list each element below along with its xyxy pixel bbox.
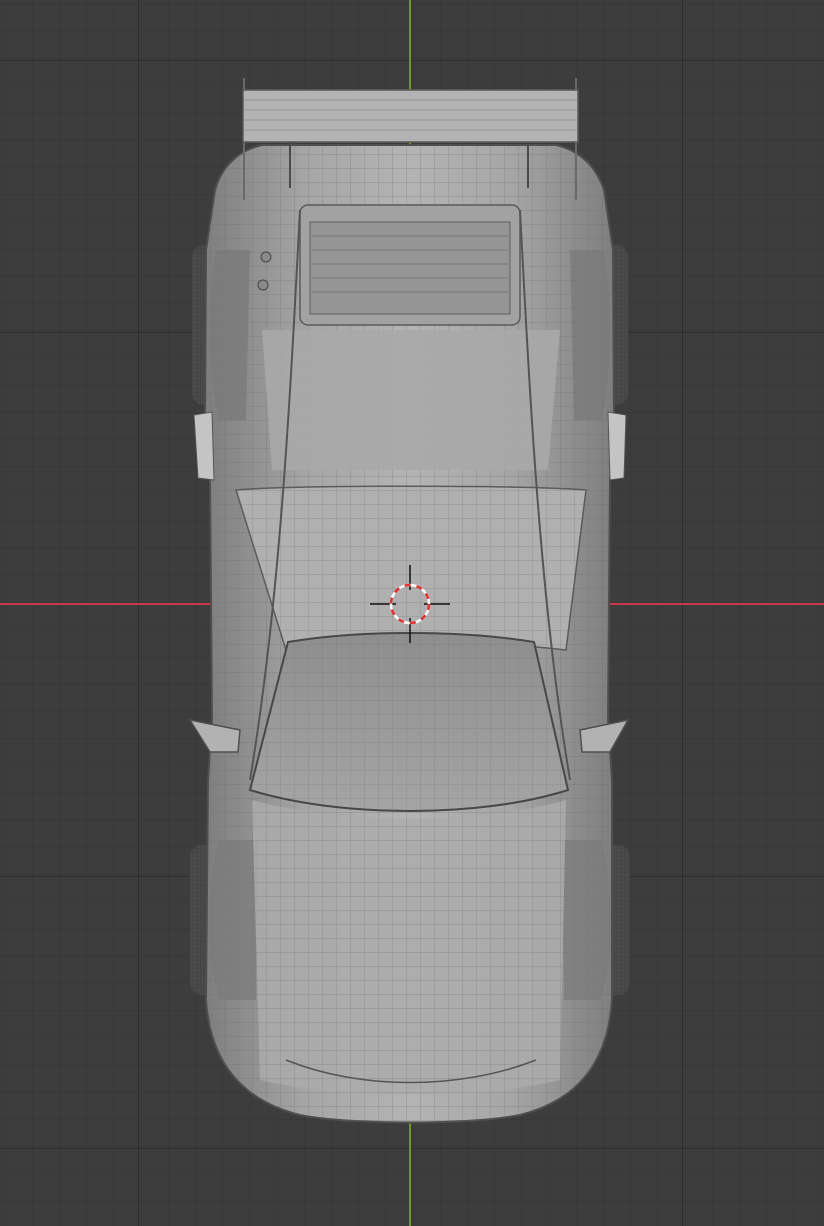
car-model[interactable] <box>188 78 630 1124</box>
left-side-intake <box>193 411 215 481</box>
right-side-intake <box>607 411 627 481</box>
rear-deck <box>262 330 560 470</box>
front-right-fender <box>562 840 611 1000</box>
rear-left-fender <box>210 250 250 420</box>
3d-viewport[interactable] <box>0 0 824 1226</box>
rear-right-fender <box>570 250 610 420</box>
fuel-cap <box>260 251 272 263</box>
front-left-fender <box>209 840 258 1000</box>
